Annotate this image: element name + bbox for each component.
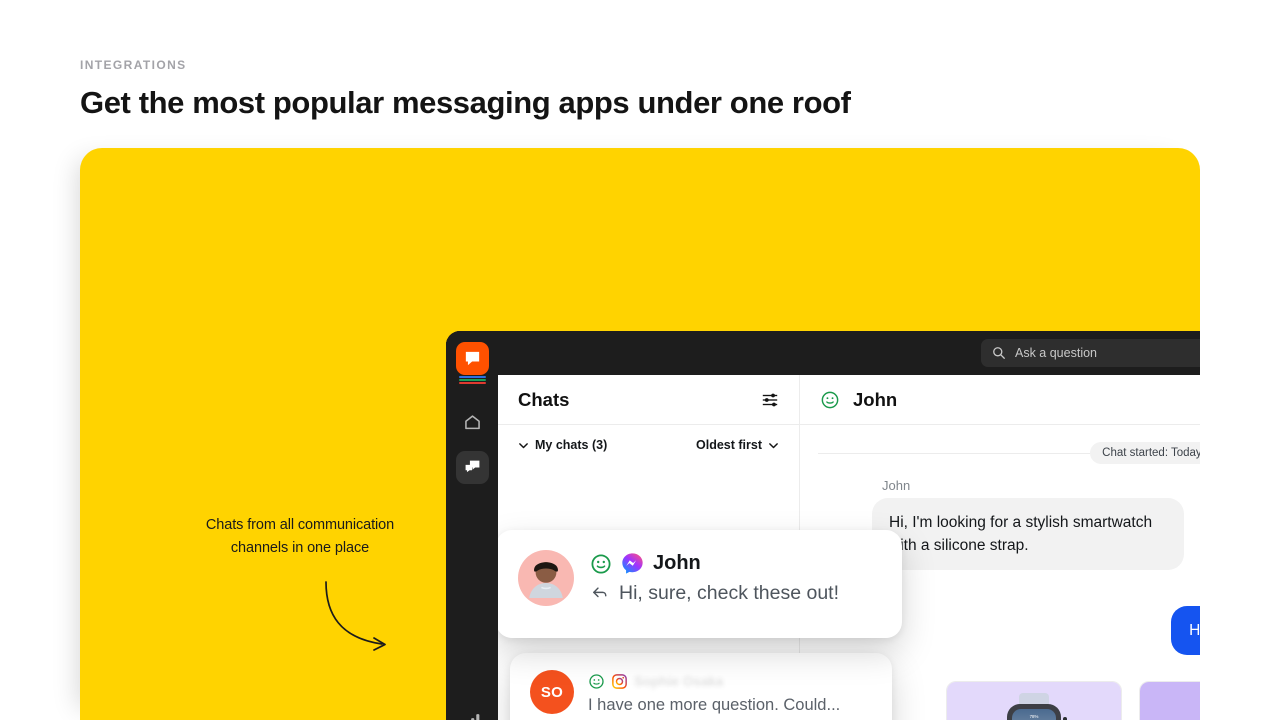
chat-list-subheader: My chats (3) Oldest first <box>498 425 799 465</box>
chevron-down-icon <box>519 442 528 448</box>
sidebar-item-chats[interactable] <box>456 451 489 484</box>
product-image: 78% 03:47 64 9623 <box>947 682 1121 720</box>
list-item-name: John <box>653 552 701 574</box>
sidebar-item-home[interactable] <box>456 406 489 439</box>
search-icon <box>993 347 1005 359</box>
sort-order-dropdown[interactable]: Oldest first <box>696 438 779 452</box>
list-item-name: Sophie Osaka <box>634 674 724 689</box>
livechat-app-window: Ask a question John Chat started: Today,… <box>446 331 1280 720</box>
sliders-filter-icon[interactable] <box>761 391 779 409</box>
eyebrow-label: INTEGRATIONS <box>80 58 187 72</box>
home-icon <box>465 415 480 430</box>
search-placeholder-text: Ask a question <box>1015 346 1097 360</box>
annotation-arrow-icon <box>325 581 386 651</box>
product-card[interactable]: 78% 03:47 64 9623 <box>946 681 1122 720</box>
list-item-preview-row: Hi, sure, check these out! <box>590 582 880 605</box>
sort-order-label: Oldest first <box>696 438 762 452</box>
screenshot-root: INTEGRATIONS Get the most popular messag… <box>0 0 1280 720</box>
messenger-icon <box>622 553 643 574</box>
chat-list-panel: Chats My chats (3) Oldest first SO Sophi… <box>496 375 902 720</box>
chat-smiley-icon <box>591 553 611 574</box>
chats-icon <box>465 460 480 473</box>
app-topbar: Ask a question <box>446 331 1280 375</box>
page-title: Get the most popular messaging apps unde… <box>80 85 851 120</box>
reply-arrow-icon <box>593 587 607 598</box>
conversation-customer-name: John <box>853 388 898 410</box>
list-item-preview: I have one more question. Could... <box>588 696 841 714</box>
avatar-initials: SO <box>540 683 564 701</box>
smartwatch-graphic-icon: 78% 03:47 64 9623 <box>1003 693 1067 720</box>
my-chats-label: My chats (3) <box>535 438 608 452</box>
list-item[interactable]: SO Sophie Osaka I have one more question… <box>510 653 892 720</box>
list-item-preview: Hi, sure, check these out! <box>619 582 840 604</box>
avatar <box>518 550 574 618</box>
app-nav-rail <box>446 331 498 720</box>
chat-list-title: Chats <box>518 388 570 410</box>
incoming-message-bubble: Hi, I'm looking for a stylish smartwatch… <box>872 498 1184 570</box>
instagram-icon <box>612 674 627 689</box>
chat-smiley-icon <box>589 674 604 689</box>
divider-line-left <box>818 452 1091 454</box>
avatar: SO <box>530 670 574 714</box>
annotation-text: Chats from all communication channels in… <box>205 517 395 556</box>
logo-product-bars-icon <box>459 375 486 384</box>
sidebar-item-reports[interactable] <box>456 703 489 720</box>
chat-list-header: Chats <box>498 375 799 425</box>
right-crop-mask <box>1200 0 1280 720</box>
list-item[interactable]: John Hi, sure, check these out! <box>496 530 902 638</box>
yellow-showcase-panel: Chats from all communication channels in… <box>80 148 1280 720</box>
my-chats-group-toggle[interactable]: My chats (3) <box>518 438 607 452</box>
watch-battery-label: 78% <box>1029 714 1039 719</box>
livechat-logo-icon[interactable] <box>456 342 489 375</box>
chat-smiley-icon <box>821 391 839 408</box>
bar-chart-icon <box>470 713 479 720</box>
chevron-down-icon <box>769 442 778 448</box>
